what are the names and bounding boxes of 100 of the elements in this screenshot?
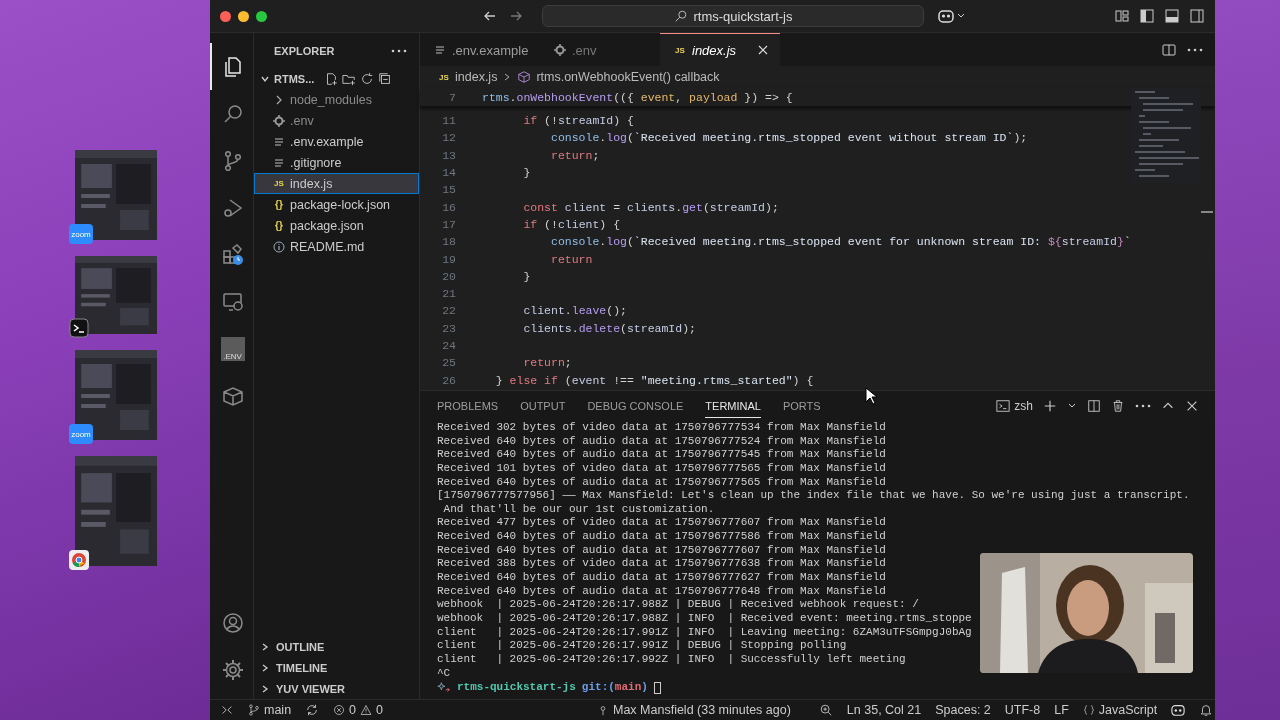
close-icon[interactable] xyxy=(1185,399,1199,413)
json-file-icon: {} xyxy=(273,219,285,232)
file-item[interactable]: .env xyxy=(254,110,419,131)
code-line: const client = clients.get(streamId); xyxy=(522,200,779,214)
project-name[interactable]: RTMS... xyxy=(274,72,315,85)
terminal-icon[interactable] xyxy=(996,399,1011,413)
more-icon[interactable] xyxy=(1187,47,1203,52)
git-blame-status[interactable]: Max Mansfield (33 minutes ago) xyxy=(597,703,791,717)
file-item[interactable]: JS index.js xyxy=(254,173,419,194)
terminal-line: Received 101 bytes of video data at 1750796777565 from Max Mansfield xyxy=(437,461,887,476)
cursor-position[interactable]: Ln 35, Col 21 xyxy=(846,703,922,717)
file-item[interactable]: {} package-lock.json xyxy=(254,194,419,215)
branch-status[interactable]: main xyxy=(248,703,292,717)
refresh-icon[interactable] xyxy=(360,71,375,86)
line-number: 16 xyxy=(441,200,456,214)
line-number: 20 xyxy=(441,269,456,283)
file-item[interactable]: .gitignore xyxy=(254,152,419,173)
language-mode[interactable]: JavaScript xyxy=(1082,703,1158,717)
text-cursor xyxy=(653,682,661,694)
layout-icon[interactable] xyxy=(1114,8,1130,24)
panel-tab[interactable]: OUTPUT xyxy=(520,394,566,418)
close-icon[interactable] xyxy=(758,45,768,55)
more-icon[interactable] xyxy=(1135,404,1151,408)
code-line: } xyxy=(522,166,531,180)
breadcrumb-item[interactable]: index.js xyxy=(455,70,498,84)
collapse-all-icon[interactable] xyxy=(378,71,393,86)
file-item[interactable]: README.md xyxy=(254,236,419,257)
more-icon[interactable] xyxy=(391,48,407,53)
js-file-icon: JS xyxy=(438,71,450,83)
remote-icon[interactable] xyxy=(220,703,234,717)
terminal-line: Received 640 bytes of audio data at 1750796777586 from Max Mansfield xyxy=(437,530,887,544)
terminal-line: Received 640 bytes of audio data at 1750796777627 from Max Mansfield xyxy=(437,571,887,585)
shell-name[interactable]: zsh xyxy=(1014,399,1033,413)
terminal-line: ^C xyxy=(437,666,452,681)
toggle-sidebar-icon[interactable] xyxy=(1139,8,1155,24)
trash-icon[interactable] xyxy=(1111,399,1125,413)
panel-tab[interactable]: PORTS xyxy=(782,394,821,418)
toggle-secondary-sidebar-icon[interactable] xyxy=(1189,8,1205,24)
problems-status[interactable]: 0 0 xyxy=(333,703,383,717)
line-number: 11 xyxy=(441,114,456,128)
terminal-line: client | 2025-06-24T20:26:17.991Z | INFO | Leaving meeting: 6ZAM3uTFSGmpgJ0bAg xyxy=(437,625,973,640)
search-icon xyxy=(673,9,688,23)
file-item[interactable]: node_modules xyxy=(254,89,419,110)
terminal-line: Received 640 bytes of audio data at 1750796777524 from Max Mansfield xyxy=(437,434,887,449)
close-window-button[interactable] xyxy=(220,10,231,22)
prompt-git-branch: git:(main) xyxy=(581,681,648,695)
line-number: 7 xyxy=(448,90,456,104)
zoom-icon[interactable] xyxy=(818,703,833,717)
terminal-line: [1750796777577956] —— Max Mansfield: Let's clean up the index file that we have. So we're using just a transcript. xyxy=(437,489,1191,503)
line-number: 19 xyxy=(441,252,456,266)
split-terminal-icon[interactable] xyxy=(1087,399,1101,413)
gear-icon xyxy=(273,114,285,127)
editor-tab[interactable]: JS index.js xyxy=(660,33,780,66)
error-icon xyxy=(333,704,346,716)
terminal-line: client | 2025-06-24T20:26:17.992Z | INFO | Successfully left meeting xyxy=(437,652,907,667)
split-editor-icon[interactable] xyxy=(1161,41,1177,58)
file-item[interactable]: {} package.json xyxy=(254,215,419,236)
terminal-line: Received 640 bytes of audio data at 1750796777565 from Max Mansfield xyxy=(437,475,887,490)
sync-icon[interactable] xyxy=(305,703,320,717)
section-header[interactable]: YUV VIEWER xyxy=(254,678,419,699)
terminal-line: Received 388 bytes of video data at 1750796777638 from Max Mansfield xyxy=(437,557,887,572)
js-file-icon: JS xyxy=(273,177,285,190)
toggle-panel-icon[interactable] xyxy=(1164,8,1180,24)
maximize-window-button[interactable] xyxy=(256,10,267,22)
code-line: rtms.onWebhookEvent(({ event, payload }) => { xyxy=(482,90,793,104)
code-line: console.log(`Received meeting.rtms_stopped event without stream ID`); xyxy=(550,131,1028,145)
line-number: 17 xyxy=(441,217,456,231)
text-file-icon xyxy=(273,135,285,148)
indentation-status[interactable]: Spaces: 2 xyxy=(935,703,991,717)
json-file-icon: {} xyxy=(273,198,285,211)
line-number: 14 xyxy=(441,166,456,180)
terminal-line: Received 477 bytes of video data at 1750796777607 from Max Mansfield xyxy=(437,516,887,531)
branch-icon xyxy=(248,704,260,716)
text-file-icon xyxy=(434,44,446,56)
code-line: return; xyxy=(522,356,572,370)
search-field[interactable]: rtms-quickstart-js xyxy=(542,5,924,27)
breadcrumb-item[interactable]: rtms.onWebhookEvent() callback xyxy=(536,70,720,84)
bell-icon[interactable] xyxy=(1199,703,1214,717)
line-number: 26 xyxy=(441,373,456,387)
browser-app-icon[interactable] xyxy=(69,550,89,570)
line-ending-status[interactable]: LF xyxy=(1054,703,1069,717)
terminal-app-icon[interactable] xyxy=(69,318,89,338)
js-file-icon: JS xyxy=(674,44,686,56)
plus-icon[interactable] xyxy=(1043,399,1057,413)
terminal-line: And that'll be our our 1st customization. xyxy=(442,502,716,517)
panel-tab[interactable]: PROBLEMS xyxy=(437,394,499,418)
new-file-icon[interactable] xyxy=(324,71,339,86)
section-header[interactable]: TIMELINE xyxy=(254,657,419,678)
line-number: 18 xyxy=(441,235,456,249)
line-number: 25 xyxy=(441,356,456,370)
code-line: console.log(`Received meeting.rtms_stopped event for unknown stream ID: ${streamId}` xyxy=(550,235,1131,249)
chevron-icon xyxy=(260,641,270,652)
panel-tab[interactable]: TERMINAL xyxy=(705,394,761,418)
section-header[interactable]: OUTLINE xyxy=(254,636,419,657)
panel-tab[interactable]: DEBUG CONSOLE xyxy=(587,394,684,418)
file-item[interactable]: .env.example xyxy=(254,131,419,152)
encoding-status[interactable]: UTF-8 xyxy=(1004,703,1041,717)
minimize-window-button[interactable] xyxy=(238,10,249,22)
copilot-icon[interactable] xyxy=(1171,703,1186,717)
scrollbar-thumb[interactable] xyxy=(1201,211,1213,213)
